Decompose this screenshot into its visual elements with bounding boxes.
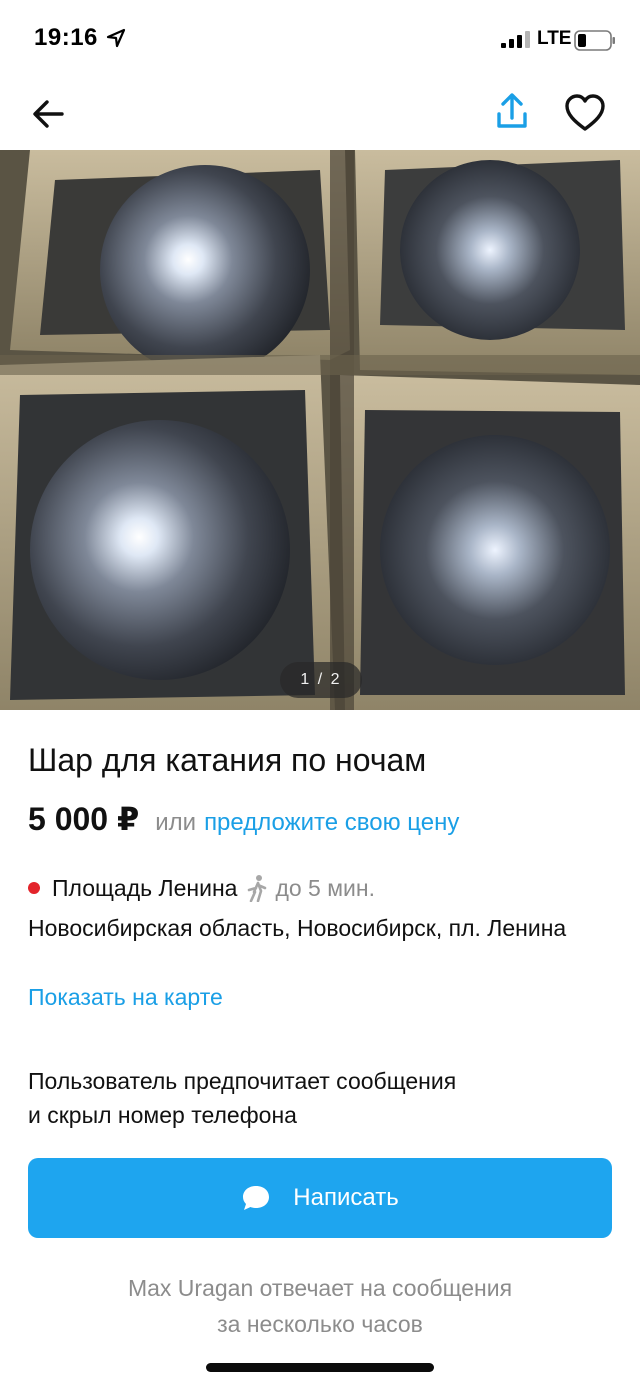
reply-note-line-1: Max Uragan отвечает на сообщения: [127, 1275, 513, 1301]
location-arrow-icon: [106, 28, 126, 48]
seller-reply-note: Max Uragan отвечает на сообщения за неск…: [40, 1270, 600, 1342]
metro-row: Площадь Ленина до 5 мин.: [28, 874, 375, 902]
nav-bar: [0, 80, 640, 150]
reply-note-line-2: за несколько часов: [217, 1311, 423, 1337]
walk-time: до 5 мин.: [275, 874, 375, 901]
show-on-map-link[interactable]: Показать на карте: [28, 984, 223, 1011]
back-arrow-icon[interactable]: [28, 94, 68, 134]
photo-counter: 1 / 2: [280, 662, 362, 698]
price-row: 5 000 ₽ или предложите свою цену: [28, 800, 459, 838]
write-message-button[interactable]: Написать: [28, 1158, 612, 1238]
status-time: 19:16: [34, 24, 98, 51]
share-icon[interactable]: [490, 90, 534, 134]
address: Новосибирская область, Новосибирск, пл. …: [28, 915, 567, 941]
chat-bubble-icon: [243, 1186, 270, 1210]
write-button-label: Написать: [293, 1184, 399, 1211]
battery-icon: [574, 30, 615, 51]
photo-gallery[interactable]: [0, 150, 640, 710]
walking-person-icon: [248, 875, 267, 902]
listing-photo: [0, 150, 640, 710]
network-type: LTE: [537, 28, 572, 49]
listing-title: Шар для катания по ночам: [28, 742, 427, 778]
status-bar: 19:16 LTE: [0, 0, 640, 80]
signal-icon: [501, 31, 530, 48]
contact-preference: Пользователь предпочитает сообщения и ск…: [28, 1064, 588, 1132]
offer-price-link[interactable]: предложите свою цену: [204, 809, 459, 837]
contact-preference-line-2: и скрыл номер телефона: [28, 1102, 297, 1128]
metro-station: Площадь Ленина: [52, 874, 238, 901]
contact-preference-line-1: Пользователь предпочитает сообщения: [28, 1068, 457, 1094]
price-or-text: или: [155, 809, 197, 836]
home-indicator[interactable]: [206, 1363, 434, 1372]
metro-line-icon: [28, 882, 40, 894]
listing-price: 5 000 ₽: [28, 801, 140, 837]
heart-icon[interactable]: [562, 92, 608, 134]
